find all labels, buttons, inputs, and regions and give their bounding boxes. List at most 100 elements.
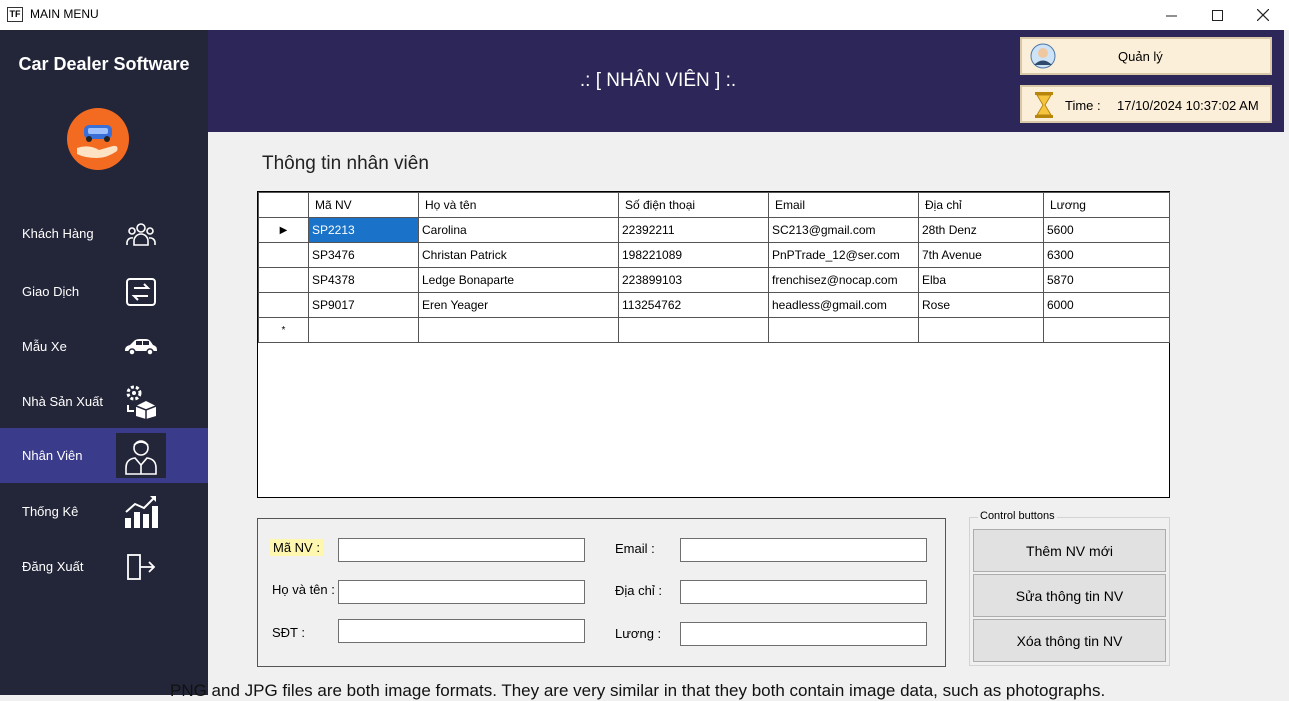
table-cell[interactable] (1043, 317, 1170, 343)
new-row-marker[interactable]: * (258, 317, 309, 343)
page-header: .: [ NHÂN VIÊN ] :. Quản lý Time : 17/10… (208, 30, 1284, 132)
employee-icon (116, 433, 166, 478)
maximize-icon (1211, 9, 1223, 21)
sdt-field[interactable] (338, 619, 585, 643)
table-row[interactable]: SP9017 Eren Yeager 113254762 headless@gm… (258, 292, 1170, 318)
table-cell[interactable]: SP3476 (308, 242, 419, 268)
brand-title: Car Dealer Software (18, 54, 190, 74)
logout-icon (116, 544, 166, 589)
sidebar: Car Dealer Software Khách Hàng Giao Dịch… (0, 30, 208, 695)
sdt-label: SĐT : (272, 625, 305, 640)
maximize-button[interactable] (1194, 0, 1240, 30)
page-title: .: [ NHÂN VIÊN ] :. (579, 70, 737, 91)
table-cell[interactable] (618, 317, 769, 343)
email-field[interactable] (680, 538, 927, 562)
row-header[interactable] (258, 242, 309, 268)
dia-chi-field[interactable] (680, 580, 927, 604)
column-header[interactable]: Lương (1043, 192, 1170, 218)
column-header[interactable]: Địa chỉ (918, 192, 1044, 218)
table-cell[interactable]: 6300 (1043, 242, 1170, 268)
app-icon: TF (7, 7, 23, 22)
table-cell[interactable]: SP2213 (308, 217, 419, 243)
close-icon (1257, 9, 1269, 21)
table-cell[interactable] (308, 317, 419, 343)
table-cell[interactable] (768, 317, 919, 343)
statistics-icon (116, 489, 166, 534)
hourglass-icon (1035, 92, 1053, 118)
luong-field[interactable] (680, 622, 927, 646)
new-row[interactable]: * (258, 317, 1170, 343)
table-row[interactable]: SP4378 Ledge Bonaparte 223899103 frenchi… (258, 267, 1170, 293)
table-row[interactable]: SP3476 Christan Patrick 198221089 PnPTra… (258, 242, 1170, 268)
table-cell[interactable]: Elba (918, 267, 1044, 293)
delete-employee-button[interactable]: Xóa thông tin NV (973, 619, 1166, 662)
row-header-corner (258, 192, 309, 218)
table-cell[interactable]: frenchisez@nocap.com (768, 267, 919, 293)
sidebar-item-giao-dich[interactable]: Giao Dịch (0, 264, 208, 319)
table-header-row: Mã NV Họ và tên Số điện thoại Email Địa … (258, 192, 1170, 218)
table-cell[interactable]: 198221089 (618, 242, 769, 268)
table-cell[interactable]: 113254762 (618, 292, 769, 318)
sidebar-item-thong-ke[interactable]: Thống Kê (0, 484, 208, 539)
minimize-button[interactable] (1148, 0, 1194, 30)
table-cell[interactable]: 5600 (1043, 217, 1170, 243)
column-header[interactable]: Mã NV (308, 192, 419, 218)
sidebar-item-label: Thống Kê (22, 504, 79, 519)
dia-chi-label: Địa chỉ : (615, 583, 662, 598)
column-header[interactable]: Họ và tên (418, 192, 619, 218)
table-cell[interactable]: Rose (918, 292, 1044, 318)
manufacturer-icon (116, 379, 166, 424)
current-row-marker[interactable]: ▶ (258, 217, 309, 243)
employee-form: Mã NV : Họ và tên : SĐT : Email : Địa ch… (257, 518, 946, 667)
time-label: Time : (1065, 98, 1101, 113)
sidebar-item-label: Khách Hàng (22, 226, 94, 241)
time-value: 17/10/2024 10:37:02 AM (1117, 98, 1259, 113)
edit-employee-button[interactable]: Sửa thông tin NV (973, 574, 1166, 617)
table-cell[interactable]: SC213@gmail.com (768, 217, 919, 243)
table-cell[interactable]: Carolina (418, 217, 619, 243)
table-cell[interactable]: Christan Patrick (418, 242, 619, 268)
sidebar-item-nha-san-xuat[interactable]: Nhà Sản Xuất (0, 374, 208, 429)
table-row[interactable]: ▶ SP2213 Carolina 22392211 SC213@gmail.c… (258, 217, 1170, 243)
minimize-icon (1165, 15, 1177, 16)
table-cell[interactable]: 22392211 (618, 217, 769, 243)
ma-nv-field[interactable] (338, 538, 585, 562)
row-header[interactable] (258, 292, 309, 318)
table-cell[interactable] (918, 317, 1044, 343)
sidebar-item-dang-xuat[interactable]: Đăng Xuất (0, 539, 208, 594)
table-cell[interactable]: 6000 (1043, 292, 1170, 318)
sidebar-item-label: Giao Dịch (22, 284, 80, 299)
table-cell[interactable]: 5870 (1043, 267, 1170, 293)
table-cell[interactable]: Ledge Bonaparte (418, 267, 619, 293)
table-cell[interactable]: 28th Denz (918, 217, 1044, 243)
employee-grid[interactable]: Mã NV Họ và tên Số điện thoại Email Địa … (257, 191, 1170, 498)
luong-label: Lương : (615, 626, 662, 641)
sidebar-item-label: Nhân Viên (22, 448, 83, 463)
column-header[interactable]: Email (768, 192, 919, 218)
table-cell[interactable]: SP9017 (308, 292, 419, 318)
table-cell[interactable]: PnPTrade_12@ser.com (768, 242, 919, 268)
car-dealer-logo-icon (67, 108, 129, 170)
table-cell[interactable]: SP4378 (308, 267, 419, 293)
row-header[interactable] (258, 267, 309, 293)
sidebar-item-khach-hang[interactable]: Khách Hàng (0, 206, 208, 261)
table-cell[interactable]: headless@gmail.com (768, 292, 919, 318)
sidebar-item-nhan-vien[interactable]: Nhân Viên (0, 428, 208, 483)
table-cell[interactable]: 223899103 (618, 267, 769, 293)
close-button[interactable] (1240, 0, 1286, 30)
user-role: Quản lý (1118, 49, 1163, 64)
sidebar-item-label: Mẫu Xe (22, 339, 67, 354)
window-title: MAIN MENU (30, 7, 99, 21)
background-text: PNG and JPG files are both image formats… (170, 681, 1106, 700)
table-cell[interactable]: Eren Yeager (418, 292, 619, 318)
sidebar-item-mau-xe[interactable]: Mẫu Xe (0, 319, 208, 374)
add-employee-button[interactable]: Thêm NV mới (973, 529, 1166, 572)
table-cell[interactable]: 7th Avenue (918, 242, 1044, 268)
sidebar-item-label: Nhà Sản Xuất (22, 394, 103, 409)
car-icon (116, 324, 166, 369)
column-header[interactable]: Số điện thoại (618, 192, 769, 218)
section-title: Thông tin nhân viên (262, 153, 429, 174)
email-label: Email : (615, 541, 655, 556)
table-cell[interactable] (418, 317, 619, 343)
ho-ten-field[interactable] (338, 580, 585, 604)
